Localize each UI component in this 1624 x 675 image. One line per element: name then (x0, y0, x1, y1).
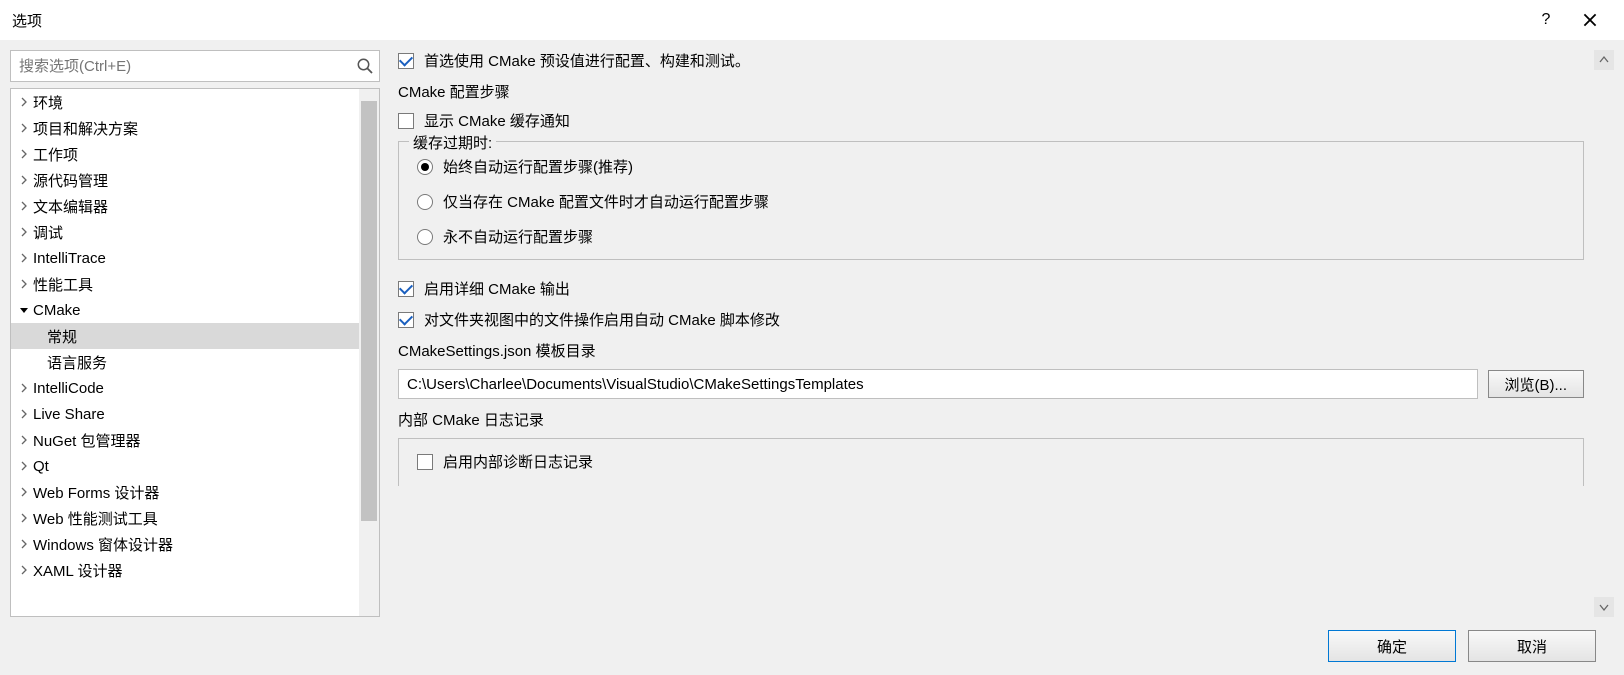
tree-item[interactable]: 项目和解决方案 (11, 115, 359, 141)
close-icon (1583, 13, 1597, 27)
tree-scrollbar[interactable] (359, 89, 379, 616)
chevron-right-icon[interactable] (17, 147, 31, 161)
show-cache-notify-checkbox[interactable] (398, 113, 414, 129)
tree-item[interactable]: 常规 (11, 323, 359, 349)
chevron-right-icon[interactable] (17, 173, 31, 187)
options-tree[interactable]: 环境项目和解决方案工作项源代码管理文本编辑器调试 IntelliTrace 性能工具… (10, 88, 380, 617)
cancel-button[interactable]: 取消 (1468, 630, 1596, 662)
cache-expired-legend: 缓存过期时: (409, 132, 496, 153)
verbose-output-checkbox[interactable] (398, 281, 414, 297)
tree-item-label: CMake (33, 302, 81, 319)
chevron-right-icon[interactable] (17, 563, 31, 577)
chevron-right-icon[interactable] (17, 433, 31, 447)
tree-item-label: 文本编辑器 (33, 196, 108, 217)
config-steps-heading: CMake 配置步骤 (398, 81, 510, 102)
tree-item[interactable]: Qt (11, 453, 359, 479)
tree-item-label: 性能工具 (33, 274, 93, 295)
tree-item[interactable]: 工作项 (11, 141, 359, 167)
tree-item-label: 语言服务 (47, 352, 107, 373)
titlebar: 选项 ? (0, 0, 1624, 40)
cache-radio-never-label: 永不自动运行配置步骤 (443, 226, 593, 247)
tree-item-label: 调试 (33, 222, 63, 243)
enable-diag-log-label: 启用内部诊断日志记录 (443, 451, 593, 472)
chevron-right-icon[interactable] (17, 225, 31, 239)
cache-radio-never[interactable] (417, 229, 433, 245)
cache-radio-always-label: 始终自动运行配置步骤(推荐) (443, 156, 633, 177)
internal-log-heading: 内部 CMake 日志记录 (398, 409, 544, 430)
tree-item-label: 工作项 (33, 144, 78, 165)
tree-item[interactable]: NuGet 包管理器 (11, 427, 359, 453)
tree-item[interactable]: 性能工具 (11, 271, 359, 297)
tree-item[interactable]: XAML 设计器 (11, 557, 359, 583)
dialog-footer: 确定 取消 (10, 617, 1614, 675)
tree-item-label: Windows 窗体设计器 (33, 534, 173, 555)
prefer-presets-checkbox[interactable] (398, 53, 414, 69)
tree-item-label: 源代码管理 (33, 170, 108, 191)
chevron-right-icon[interactable] (17, 537, 31, 551)
chevron-down-icon[interactable] (17, 303, 31, 317)
tree-item[interactable]: 调试 (11, 219, 359, 245)
tree-item-label: Web 性能测试工具 (33, 508, 158, 529)
tree-item[interactable]: 源代码管理 (11, 167, 359, 193)
tree-item[interactable]: IntelliTrace (11, 245, 359, 271)
search-icon[interactable] (356, 57, 374, 75)
cache-radio-always[interactable] (417, 159, 433, 175)
tree-item-label: Live Share (33, 406, 105, 423)
cache-radio-onlyfile[interactable] (417, 194, 433, 210)
options-content: 首选使用 CMake 预设值进行配置、构建和测试。 CMake 配置步骤 显示 … (398, 50, 1614, 617)
tree-item-label: IntelliTrace (33, 250, 106, 267)
tree-item[interactable]: Live Share (11, 401, 359, 427)
chevron-right-icon[interactable] (17, 199, 31, 213)
tree-item[interactable]: 文本编辑器 (11, 193, 359, 219)
window-title: 选项 (12, 10, 42, 31)
chevron-right-icon[interactable] (17, 251, 31, 265)
chevron-right-icon[interactable] (17, 485, 31, 499)
tree-item[interactable]: Web 性能测试工具 (11, 505, 359, 531)
cache-radio-onlyfile-label: 仅当存在 CMake 配置文件时才自动运行配置步骤 (443, 191, 769, 212)
search-input[interactable] (10, 50, 380, 82)
chevron-right-icon[interactable] (17, 121, 31, 135)
content-scroll-up[interactable] (1594, 50, 1614, 70)
ok-button[interactable]: 确定 (1328, 630, 1456, 662)
chevron-right-icon[interactable] (17, 381, 31, 395)
tree-item[interactable]: 环境 (11, 89, 359, 115)
verbose-output-label: 启用详细 CMake 输出 (424, 278, 570, 299)
tree-item[interactable]: Windows 窗体设计器 (11, 531, 359, 557)
tree-item-label: 项目和解决方案 (33, 118, 138, 139)
chevron-right-icon[interactable] (17, 511, 31, 525)
tree-item-label: Web Forms 设计器 (33, 482, 159, 503)
content-scroll-down[interactable] (1594, 597, 1614, 617)
prefer-presets-label: 首选使用 CMake 预设值进行配置、构建和测试。 (424, 50, 750, 71)
tree-item[interactable]: IntelliCode (11, 375, 359, 401)
internal-log-group: 启用内部诊断日志记录 (398, 438, 1584, 486)
templates-heading: CMakeSettings.json 模板目录 (398, 340, 596, 361)
browse-button[interactable]: 浏览(B)... (1488, 370, 1585, 398)
cache-expired-group: 缓存过期时: 始终自动运行配置步骤(推荐) 仅当存在 CMake 配置文件时才自… (398, 141, 1584, 260)
chevron-right-icon[interactable] (17, 277, 31, 291)
tree-item[interactable]: Web Forms 设计器 (11, 479, 359, 505)
left-panel: 环境项目和解决方案工作项源代码管理文本编辑器调试 IntelliTrace 性能工具… (10, 50, 380, 617)
tree-item-label: IntelliCode (33, 380, 104, 397)
tree-item[interactable]: CMake (11, 297, 359, 323)
tree-item[interactable]: 语言服务 (11, 349, 359, 375)
show-cache-notify-label: 显示 CMake 缓存通知 (424, 110, 570, 131)
tree-item-label: NuGet 包管理器 (33, 430, 141, 451)
tree-item-label: Qt (33, 458, 49, 475)
enable-diag-log-checkbox[interactable] (417, 454, 433, 470)
tree-scrollbar-thumb[interactable] (361, 101, 377, 521)
templates-path-input[interactable] (398, 369, 1478, 399)
chevron-right-icon[interactable] (17, 95, 31, 109)
auto-script-edit-checkbox[interactable] (398, 312, 414, 328)
tree-item-label: 环境 (33, 92, 63, 113)
help-button[interactable]: ? (1524, 4, 1568, 36)
chevron-right-icon[interactable] (17, 459, 31, 473)
tree-item-label: 常规 (47, 326, 77, 347)
close-button[interactable] (1568, 4, 1612, 36)
chevron-right-icon[interactable] (17, 407, 31, 421)
tree-item-label: XAML 设计器 (33, 560, 122, 581)
auto-script-edit-label: 对文件夹视图中的文件操作启用自动 CMake 脚本修改 (424, 309, 780, 330)
